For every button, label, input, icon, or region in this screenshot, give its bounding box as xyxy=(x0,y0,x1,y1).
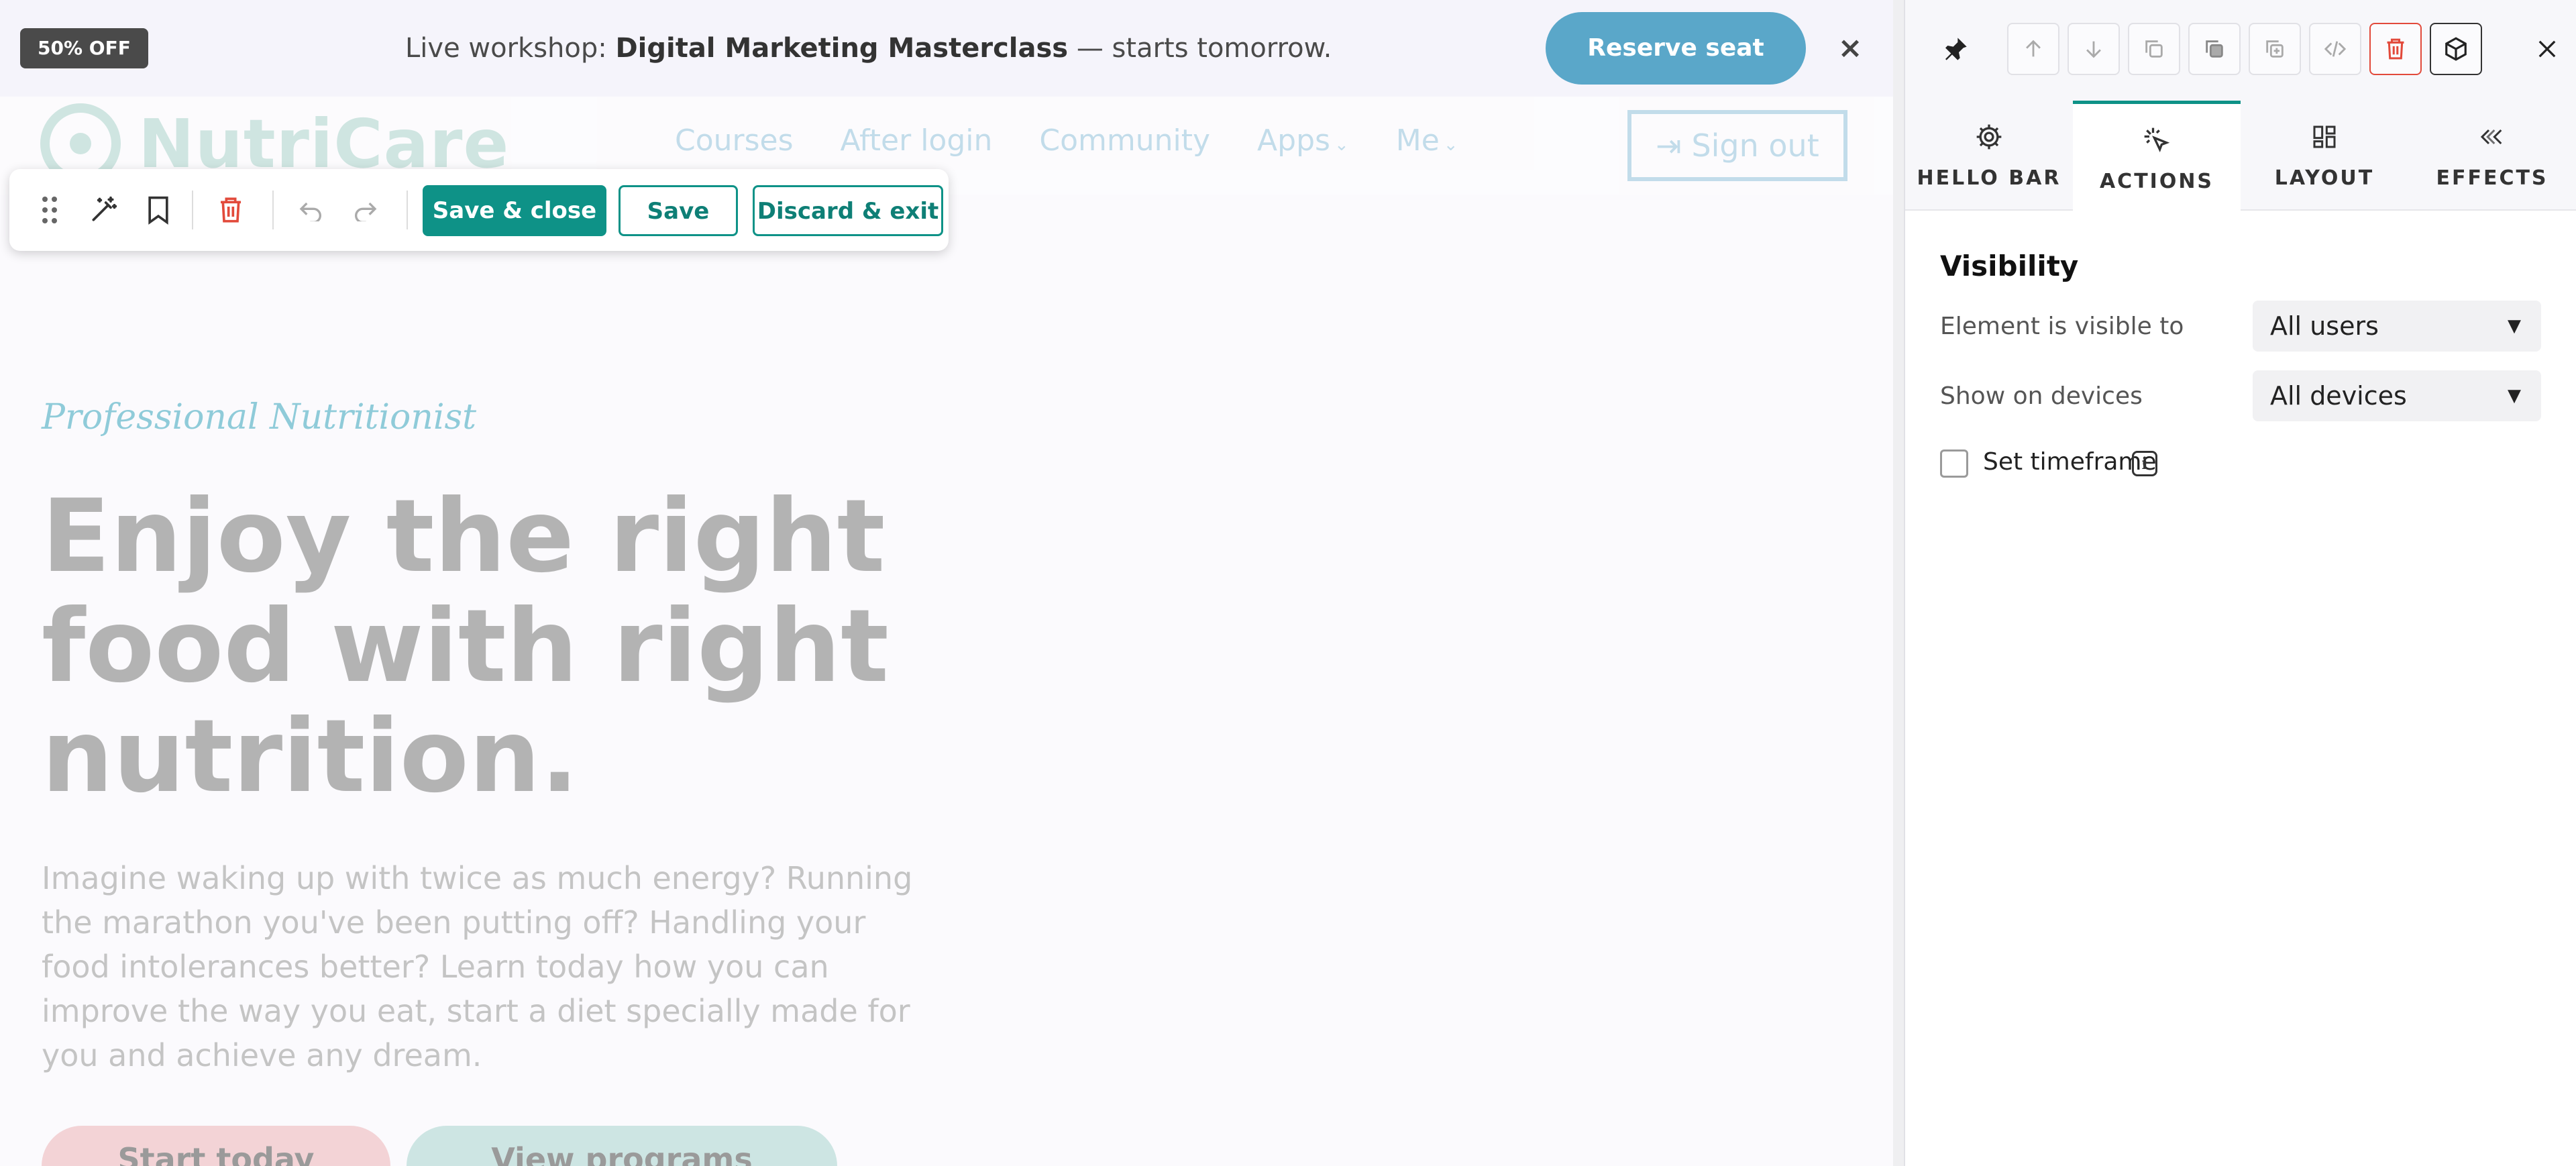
tab-hello-bar[interactable]: HELLO BAR xyxy=(1905,101,2073,211)
effects-icon xyxy=(2472,117,2512,157)
hero-title: Enjoy the right food with right nutritio… xyxy=(42,478,889,815)
hello-bar-message: Live workshop: Digital Marketing Masterc… xyxy=(405,33,1332,64)
drag-handle-icon[interactable] xyxy=(30,190,70,230)
tab-layout[interactable]: LAYOUT xyxy=(2241,101,2408,211)
chevron-down-icon: ⌄ xyxy=(1334,135,1349,155)
dropdown-arrow-icon: ▼ xyxy=(2508,386,2521,406)
hello-bar-close-icon[interactable]: × xyxy=(1831,28,1869,68)
discard-and-exit-button[interactable]: Discard & exit xyxy=(753,185,943,236)
devices-label: Show on devices xyxy=(1940,382,2143,410)
hero-copy: Imagine waking up with twice as much ene… xyxy=(42,860,913,1073)
save-block-icon[interactable] xyxy=(2430,23,2482,75)
redo-icon[interactable] xyxy=(345,190,385,230)
close-panel-icon[interactable] xyxy=(2525,27,2569,71)
save-button[interactable]: Save xyxy=(619,185,738,236)
nav-item-community[interactable]: Community xyxy=(1039,123,1210,158)
hello-bar[interactable]: 50% OFF Live workshop: Digital Marketing… xyxy=(0,0,1893,97)
magic-wand-icon[interactable] xyxy=(83,190,123,230)
dropdown-arrow-icon: ▼ xyxy=(2508,316,2521,336)
nav-item-after-login[interactable]: After login xyxy=(841,123,993,158)
settings-panel: HELLO BAR ACTIONS LAYOUT EFFECTS Visibil… xyxy=(1905,0,2576,1166)
undo-icon[interactable] xyxy=(291,190,331,230)
add-copy-icon[interactable] xyxy=(2249,23,2301,75)
editor-toolbar: Save & close Save Discard & exit xyxy=(9,169,949,251)
hero-eyebrow: Professional Nutritionist xyxy=(42,397,477,437)
tab-effects[interactable]: EFFECTS xyxy=(2408,101,2576,211)
save-and-close-button[interactable]: Save & close xyxy=(423,185,606,236)
sign-out-icon: ⇥ xyxy=(1656,127,1692,164)
panel-resize-handle[interactable] xyxy=(1893,0,1905,1166)
info-icon[interactable]: i xyxy=(2132,451,2157,476)
start-today-button[interactable]: Start today xyxy=(42,1126,390,1166)
visible-to-label: Element is visible to xyxy=(1940,313,2184,340)
editor-canvas: 50% OFF Live workshop: Digital Marketing… xyxy=(0,0,1893,1166)
reserve-seat-button[interactable]: Reserve seat xyxy=(1546,12,1806,85)
nav-item-courses[interactable]: Courses xyxy=(675,123,794,158)
code-icon[interactable] xyxy=(2309,23,2361,75)
bookmark-icon[interactable] xyxy=(138,190,178,230)
sign-out-button[interactable]: ⇥ Sign out xyxy=(1627,110,1847,181)
move-up-icon[interactable] xyxy=(2007,23,2059,75)
panel-actions-bar xyxy=(1905,0,2576,101)
visibility-heading: Visibility xyxy=(1940,250,2079,282)
pin-icon[interactable] xyxy=(1933,27,1978,71)
timeframe-label[interactable]: Set timeframe xyxy=(1983,448,2157,476)
delete-icon[interactable] xyxy=(2369,23,2422,75)
gear-icon xyxy=(1969,117,2009,157)
cursor-click-icon xyxy=(2137,120,2177,160)
trash-icon[interactable] xyxy=(211,190,251,230)
chevron-down-icon: ⌄ xyxy=(1443,135,1458,155)
toolbar-divider xyxy=(272,191,274,229)
copy-style-icon[interactable] xyxy=(2188,23,2241,75)
visible-to-select[interactable]: All users ▼ xyxy=(2253,301,2541,352)
discount-badge: 50% OFF xyxy=(20,28,148,68)
view-programs-button[interactable]: View programs xyxy=(407,1126,837,1166)
devices-select[interactable]: All devices ▼ xyxy=(2253,370,2541,421)
panel-tabs: HELLO BAR ACTIONS LAYOUT EFFECTS xyxy=(1905,101,2576,212)
move-down-icon[interactable] xyxy=(2068,23,2120,75)
toolbar-divider xyxy=(407,191,408,229)
timeframe-checkbox[interactable] xyxy=(1940,449,1968,478)
duplicate-icon[interactable] xyxy=(2128,23,2180,75)
tab-actions[interactable]: ACTIONS xyxy=(2073,101,2241,212)
nav-item-apps[interactable]: Apps ⌄ xyxy=(1257,123,1349,158)
nav-item-me[interactable]: Me ⌄ xyxy=(1396,123,1458,158)
site-nav: Courses After login Community Apps ⌄ Me ⌄ xyxy=(675,123,1458,158)
layout-grid-icon xyxy=(2304,117,2345,157)
toolbar-divider xyxy=(192,191,193,229)
